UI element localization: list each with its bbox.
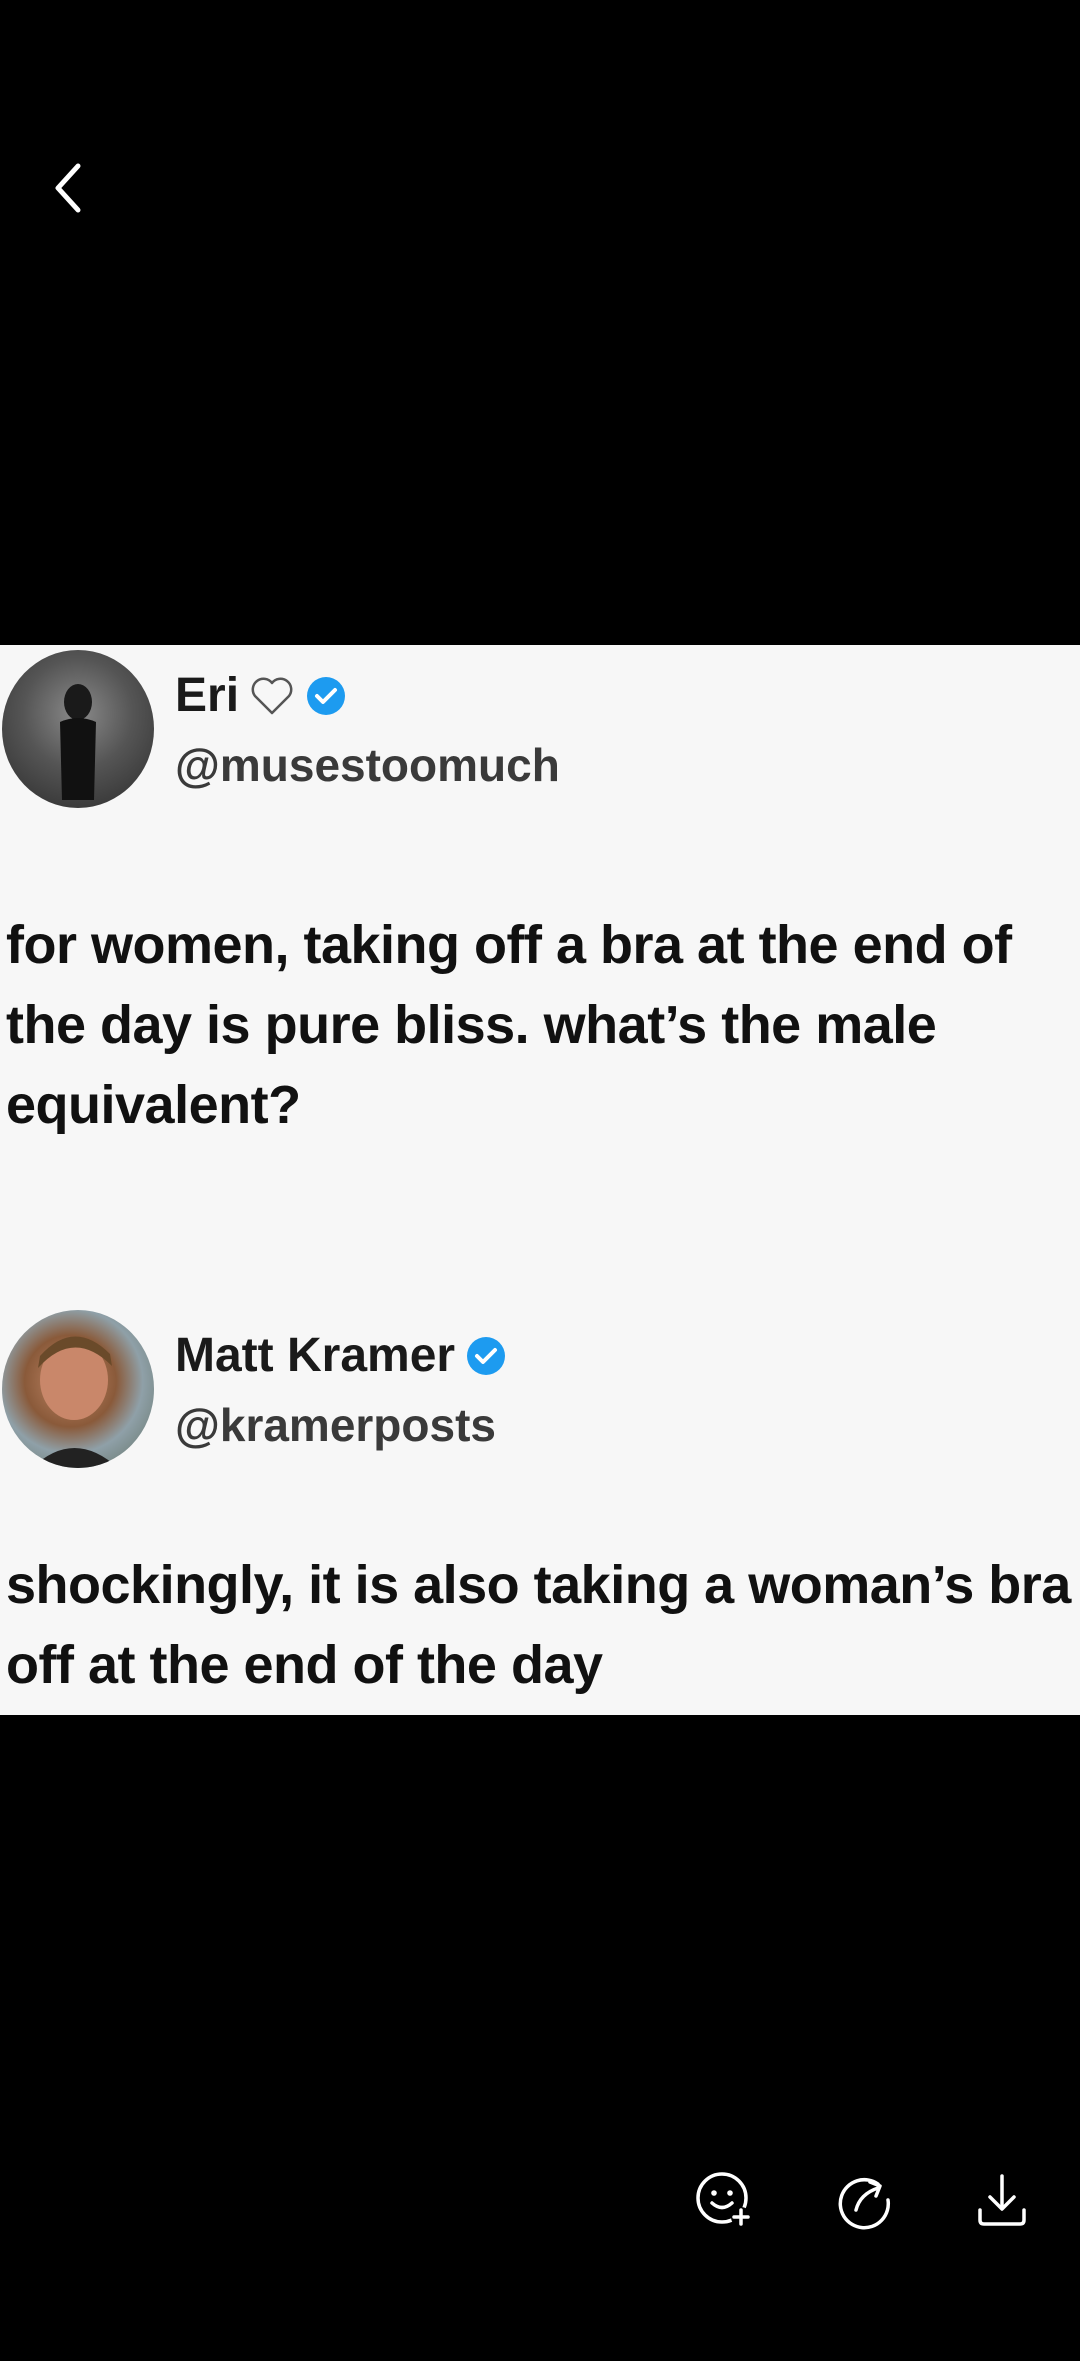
share-button[interactable] — [832, 2168, 896, 2232]
handle: @kramerposts — [175, 1399, 496, 1451]
add-reaction-button[interactable] — [692, 2168, 756, 2232]
tweet-text: for women, taking off a bra at the end o… — [6, 915, 1012, 1135]
tweet-text: shockingly, it is also taking a woman’s … — [6, 1555, 1071, 1695]
avatar — [2, 650, 154, 808]
verified-badge-icon — [305, 675, 347, 717]
emoji-add-icon — [696, 2172, 751, 2227]
handle: @musestoomuch — [175, 739, 560, 791]
avatar — [2, 1310, 154, 1468]
heart-outline-icon — [251, 677, 293, 714]
display-name: Matt Kramer — [175, 1329, 456, 1382]
tweet-screenshot-image[interactable]: Eri @musestoomuch for women, taking off … — [0, 645, 1080, 1715]
download-icon — [978, 2174, 1026, 2226]
bottom-action-bar — [0, 2168, 1080, 2232]
verified-badge-icon — [465, 1335, 507, 1377]
chevron-left-icon — [55, 163, 81, 213]
download-button[interactable] — [970, 2168, 1034, 2232]
share-icon — [838, 2177, 891, 2230]
display-name: Eri — [175, 669, 240, 722]
back-button[interactable] — [40, 160, 96, 216]
